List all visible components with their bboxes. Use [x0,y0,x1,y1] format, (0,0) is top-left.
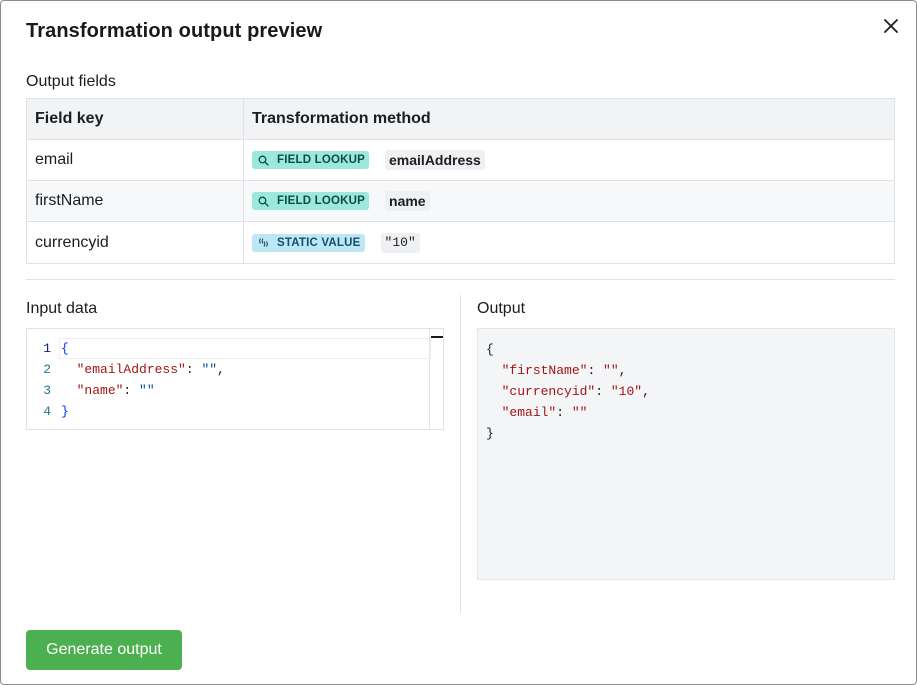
line-number: 3 [43,383,51,398]
code-line[interactable]: "emailAddress": "", [61,359,225,380]
close-icon [884,19,898,33]
json-comma: , [217,362,225,377]
method-value-chip: name [385,191,430,211]
brace-open: { [61,341,69,356]
brace-close: } [61,404,69,419]
method-label: FIELD LOOKUP [277,154,366,166]
method-value-chip: "10" [380,232,420,253]
quote-icon [256,236,270,250]
code-line[interactable]: { [61,338,69,359]
json-value: "" [139,383,155,398]
static-value-badge: STATIC VALUE [252,233,365,252]
editor-scrollbar[interactable] [429,329,430,429]
column-divider [460,295,461,613]
method-value-chip: emailAddress [385,150,485,170]
field-lookup-badge: FIELD LOOKUP [252,192,370,210]
current-line-highlight [59,338,431,359]
json-value: "" [201,362,218,377]
brace-close: } [486,426,494,441]
output-fields-table: Field key Transformation method email FI… [26,98,895,264]
column-header-transformation-method: Transformation method [252,110,431,127]
transformation-method-cell: FIELD LOOKUP name [244,181,894,221]
code-line[interactable]: "name": "" [61,380,155,401]
field-key-cell: email [27,140,244,180]
column-header-field-key: Field key [27,99,244,139]
modal-title: Transformation output preview [26,20,323,42]
line-number: 4 [43,404,51,419]
method-label: STATIC VALUE [277,236,361,249]
json-key: "email" [501,405,557,420]
json-comma: , [618,363,627,378]
json-value: "" [571,405,588,420]
json-colon: : [185,362,202,377]
json-key: "emailAddress" [76,362,186,377]
field-key-cell: firstName [27,181,244,221]
output-fields-label: Output fields [26,73,116,90]
overview-ruler-marker [431,336,443,338]
transformation-method-cell: FIELD LOOKUP emailAddress [244,140,894,180]
output-preview: { "firstName": "", "currencyid": "10", "… [477,328,895,580]
field-lookup-badge: FIELD LOOKUP [252,151,370,169]
json-key: "currencyid" [501,384,596,399]
section-divider [26,279,895,280]
line-number-gutter: 1 2 3 4 [27,329,57,429]
search-icon [256,194,270,208]
json-value: "" [603,363,619,378]
table-row: currencyid STATIC VALUE "10" [27,222,894,263]
input-data-editor[interactable]: 1 2 3 4 { "emailAddress": "", "name": ""… [26,328,444,430]
line-number: 1 [43,341,51,356]
generate-output-button[interactable]: Generate output [26,630,182,670]
table-row: firstName FIELD LOOKUP name [27,181,894,222]
transformation-method-cell: STATIC VALUE "10" [244,222,894,263]
table-row: email FIELD LOOKUP emailAddress [27,140,894,181]
transformation-preview-modal: Transformation output preview Output fie… [0,0,917,685]
close-button[interactable] [879,14,903,38]
json-comma: , [642,384,650,399]
search-icon [256,153,270,167]
brace-open: { [486,342,494,357]
output-label: Output [477,300,526,317]
json-key: "firstName" [501,363,588,378]
table-header-row: Field key Transformation method [27,99,894,140]
method-label: FIELD LOOKUP [277,195,366,207]
line-number: 2 [43,362,51,377]
code-line[interactable]: } [61,401,69,422]
json-value: "10" [610,384,643,399]
json-key: "name" [76,383,124,398]
json-colon: : [123,383,140,398]
field-key-cell: currencyid [27,222,244,263]
input-data-label: Input data [26,300,98,317]
